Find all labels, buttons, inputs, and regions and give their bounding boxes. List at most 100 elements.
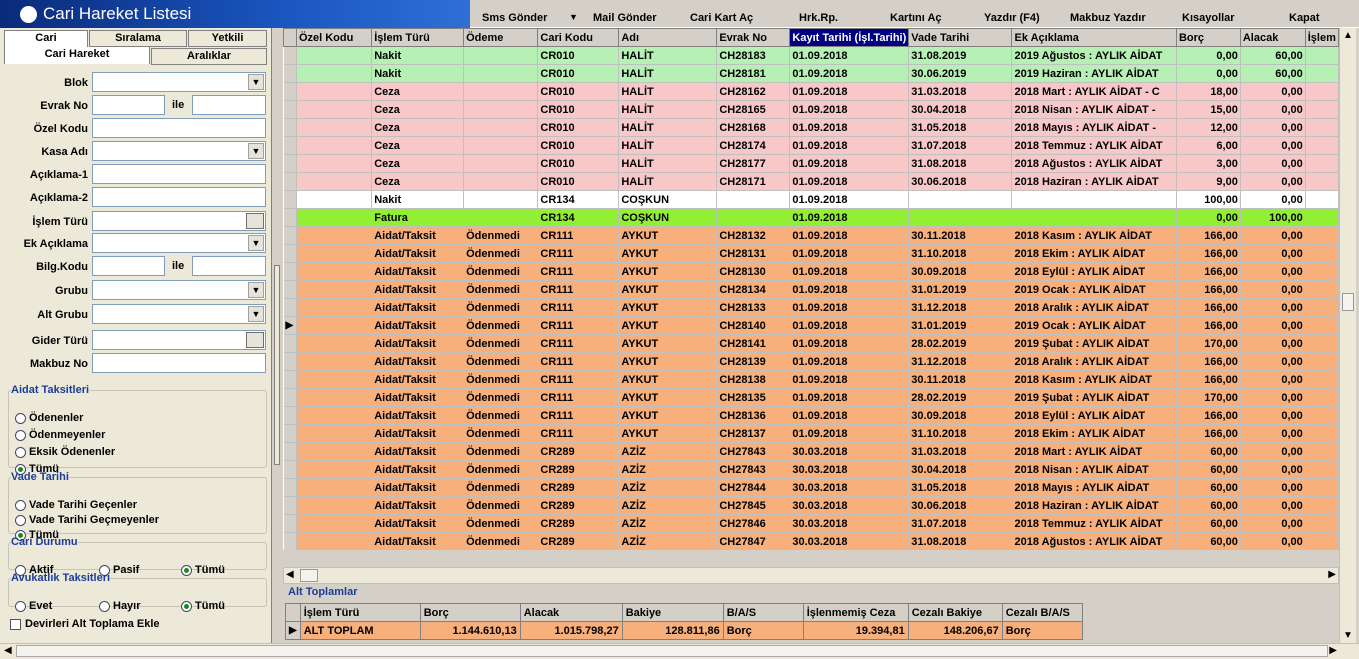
table-row[interactable]: Aidat/Taksit Ödenmedi CR111 AYKUT CH28132 01.… (283, 226, 1339, 245)
table-row[interactable]: Aidat/Taksit Ödenmedi CR289 AZİZ CH27847 30.0… (283, 532, 1339, 550)
cell-vade-tarihi[interactable]: 31.07.2018 (908, 514, 1013, 533)
cell-islem[interactable] (1305, 532, 1339, 550)
row-indicator[interactable] (283, 208, 297, 227)
cell-ozel-kodu[interactable] (296, 334, 373, 353)
cell-kayit-tarihi[interactable]: 01.09.2018 (789, 298, 910, 317)
cell-ozel-kodu[interactable] (296, 370, 373, 389)
kapat-button[interactable]: Kapat (1289, 12, 1320, 24)
table-row[interactable]: Aidat/Taksit Ödenmedi CR111 AYKUT CH28130 01.… (283, 262, 1339, 281)
cell-odeme[interactable] (463, 154, 539, 173)
cell-kayit-tarihi[interactable]: 01.09.2018 (789, 388, 910, 407)
cell-cari-kodu[interactable]: CR010 (537, 136, 620, 155)
cell-islem[interactable] (1305, 244, 1339, 263)
cell-ek-aciklama[interactable]: 2018 Ekim : AYLIK AİDAT (1011, 244, 1177, 263)
cell-vade-tarihi[interactable]: 31.12.2018 (908, 352, 1013, 371)
cell-evrak-no[interactable]: CH27845 (716, 496, 791, 515)
cell-kayit-tarihi[interactable]: 30.03.2018 (789, 532, 910, 550)
cell-adi[interactable]: AYKUT (618, 298, 718, 317)
cell-kayit-tarihi[interactable]: 30.03.2018 (789, 442, 910, 461)
grubu-select[interactable]: ▼ (92, 280, 266, 300)
row-indicator[interactable] (283, 370, 297, 389)
cell-ek-aciklama[interactable]: 2019 Ocak : AYLIK AİDAT (1011, 316, 1177, 335)
cell-vade-tarihi[interactable]: 31.01.2019 (908, 316, 1013, 335)
cell-islem-turu[interactable]: Aidat/Taksit (371, 370, 465, 389)
cell-borc[interactable]: 166,00 (1176, 424, 1241, 443)
row-indicator[interactable] (283, 280, 297, 299)
cell-odeme[interactable] (463, 46, 539, 65)
cell-adi[interactable]: COŞKUN (618, 190, 718, 209)
islem-turu-input[interactable] (92, 211, 266, 231)
scroll-left-icon[interactable]: ◀ (286, 569, 294, 580)
cell-borc[interactable]: 60,00 (1176, 496, 1241, 515)
cell-vade-tarihi[interactable]: 31.12.2018 (908, 298, 1013, 317)
cell-islem[interactable] (1305, 82, 1339, 101)
cell-ozel-kodu[interactable] (296, 388, 373, 407)
cell-ozel-kodu[interactable] (296, 154, 373, 173)
cell-alacak[interactable]: 0,00 (1240, 532, 1306, 550)
sms-dropdown-icon[interactable]: ▼ (569, 12, 578, 22)
cell-cari-kodu[interactable]: CR289 (537, 496, 620, 515)
cell-cari-kodu[interactable]: CR010 (537, 172, 620, 191)
cell-evrak-no[interactable]: CH28140 (716, 316, 791, 335)
cell-ek-aciklama[interactable]: 2018 Haziran : AYLIK AİDAT (1011, 172, 1177, 191)
kartini-ac-button[interactable]: Kartını Aç (890, 12, 942, 24)
yazdir-button[interactable]: Yazdır (F4) (984, 12, 1040, 24)
table-row[interactable]: Ceza CR010 HALİT CH28168 01.09.2018 31.05.201… (283, 118, 1339, 137)
cell-ozel-kodu[interactable] (296, 514, 373, 533)
scroll-thumb[interactable] (300, 569, 318, 582)
cell-ozel-kodu[interactable] (296, 316, 373, 335)
cell-ozel-kodu[interactable] (296, 496, 373, 515)
table-row[interactable]: Aidat/Taksit Ödenmedi CR111 AYKUT CH28136 01.… (283, 406, 1339, 425)
cell-adi[interactable]: AYKUT (618, 334, 718, 353)
cell-islem-turu[interactable]: Ceza (371, 136, 465, 155)
cell-ozel-kodu[interactable] (296, 136, 373, 155)
row-indicator[interactable] (283, 352, 297, 371)
cell-islem[interactable] (1305, 514, 1339, 533)
cell-evrak-no[interactable] (716, 208, 791, 227)
cell-islem-turu[interactable]: Aidat/Taksit (371, 280, 465, 299)
cell-cari-kodu[interactable]: CR134 (537, 190, 620, 209)
cell-adi[interactable]: HALİT (618, 46, 718, 65)
alt-grubu-select[interactable]: ▼ (92, 304, 266, 324)
cell-ozel-kodu[interactable] (296, 190, 373, 209)
tab-cari-hareket[interactable]: Cari Hareket (4, 47, 150, 64)
table-row[interactable]: Aidat/Taksit Ödenmedi CR111 AYKUT CH28137 01.… (283, 424, 1339, 443)
cell-cari-kodu[interactable]: CR111 (537, 334, 620, 353)
cell-adi[interactable]: AYKUT (618, 244, 718, 263)
cell-ek-aciklama[interactable]: 2018 Kasım : AYLIK AİDAT (1011, 370, 1177, 389)
cell-odeme[interactable]: Ödenmedi (463, 352, 539, 371)
aciklama2-input[interactable] (92, 187, 266, 207)
makbuz-no-input[interactable] (92, 353, 266, 373)
cell-cari-kodu[interactable]: CR111 (537, 424, 620, 443)
cell-borc[interactable]: 170,00 (1176, 388, 1241, 407)
cell-evrak-no[interactable]: CH28141 (716, 334, 791, 353)
row-indicator[interactable] (283, 424, 297, 443)
cell-islem[interactable] (1305, 478, 1339, 497)
cell-kayit-tarihi[interactable]: 01.09.2018 (789, 262, 910, 281)
col-alacak[interactable]: Alacak (1239, 28, 1306, 47)
cell-alacak[interactable]: 60,00 (1240, 46, 1306, 65)
cell-islem[interactable] (1305, 370, 1339, 389)
cell-alacak[interactable]: 0,00 (1240, 172, 1306, 191)
cell-alacak[interactable]: 0,00 (1240, 370, 1306, 389)
cell-islem-turu[interactable]: Aidat/Taksit (371, 244, 465, 263)
cell-ozel-kodu[interactable] (296, 64, 373, 83)
cell-evrak-no[interactable]: CH28134 (716, 280, 791, 299)
cell-odeme[interactable]: Ödenmedi (463, 370, 539, 389)
cell-odeme[interactable]: Ödenmedi (463, 424, 539, 443)
col-ozel-kodu[interactable]: Özel Kodu (295, 28, 373, 47)
col-vade-tarihi[interactable]: Vade Tarihi (908, 28, 1013, 47)
radio-odenenler[interactable]: Ödenenler (15, 412, 83, 424)
cell-ozel-kodu[interactable] (296, 280, 373, 299)
scroll-left-icon[interactable]: ◀ (4, 645, 12, 656)
cell-borc[interactable]: 60,00 (1176, 442, 1241, 461)
cell-evrak-no[interactable]: CH28181 (716, 64, 791, 83)
cell-islem[interactable] (1305, 496, 1339, 515)
cell-ek-aciklama[interactable]: 2018 Ekim : AYLIK AİDAT (1011, 424, 1177, 443)
cell-borc[interactable]: 6,00 (1176, 136, 1241, 155)
radio-icon[interactable] (15, 514, 26, 526)
cell-islem[interactable] (1305, 424, 1339, 443)
table-row[interactable]: Ceza CR010 HALİT CH28171 01.09.2018 30.06.201… (283, 172, 1339, 191)
cell-adi[interactable]: AZİZ (618, 532, 718, 550)
col-islenmemis-ceza[interactable]: İşlenmemiş Ceza (802, 603, 909, 622)
